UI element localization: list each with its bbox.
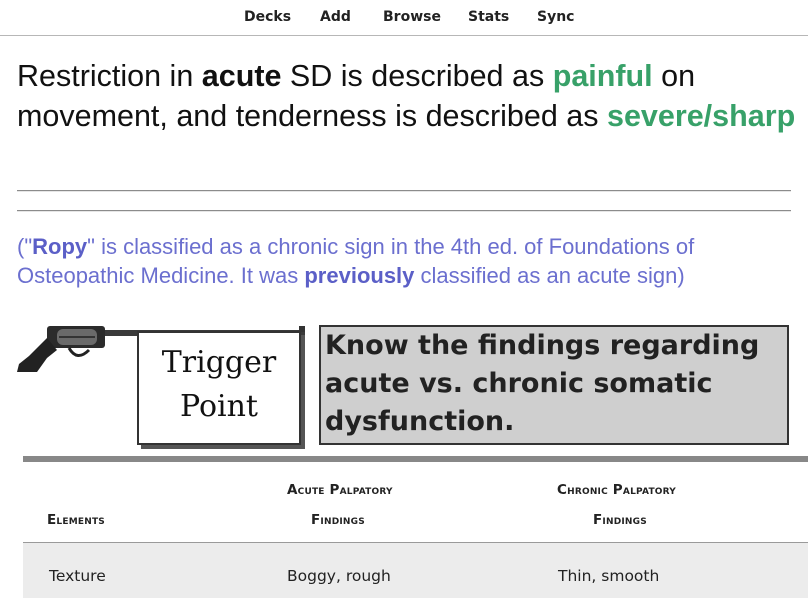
cell-acute: Boggy, rough [287,567,391,585]
know-findings-banner: Know the findings regarding acute vs. ch… [319,325,789,445]
nav-stats[interactable]: Stats [468,9,509,25]
table-row [23,542,808,598]
extra-note: ("Ropy" is classified as a chronic sign … [17,232,797,290]
nav-browse[interactable]: Browse [383,9,441,25]
table-top-rule [23,456,808,462]
nav-add[interactable]: Add [320,9,351,25]
header-acute-line-1: Acute Palpatory [287,482,393,498]
note-previously: previously [304,263,415,288]
header-elements: Elements [47,512,105,528]
cell-chronic: Thin, smooth [558,567,660,585]
header-chronic-line-1: Chronic Palpatory [557,482,676,498]
banner-line-2: acute vs. chronic somatic [325,368,713,399]
banner-line-3: dysfunction. [325,406,515,437]
note-ropy: Ropy [32,234,88,259]
extra-divider [17,210,791,212]
answer-text-part: SD is described as [281,59,553,93]
note-text-part: classified as an acute sign) [414,263,685,288]
answer-severe-sharp: severe/sharp [606,99,796,133]
answer-divider [17,190,791,192]
card-image: Trigger Point Know the findings regardin… [17,312,808,598]
top-nav-bar: Decks Add Browse Stats Sync [0,0,808,36]
nav-decks[interactable]: Decks [244,9,291,25]
header-acute-line-2: Findings [311,512,365,528]
sign-line-2: Point [179,389,258,424]
sign-line-1: Trigger [161,345,277,380]
card-answer-text: Restriction in acute SD is described as … [17,56,797,136]
answer-emphasis-acute: acute [201,59,282,93]
trigger-point-sign: Trigger Point [137,331,301,445]
nav-sync[interactable]: Sync [537,9,574,25]
answer-painful: painful [552,59,653,93]
note-text-part: (" [17,234,33,259]
cell-element: Texture [49,567,106,585]
header-chronic-line-2: Findings [593,512,647,528]
banner-line-1: Know the findings regarding [325,330,760,361]
answer-text-part: Restriction in [17,59,202,93]
